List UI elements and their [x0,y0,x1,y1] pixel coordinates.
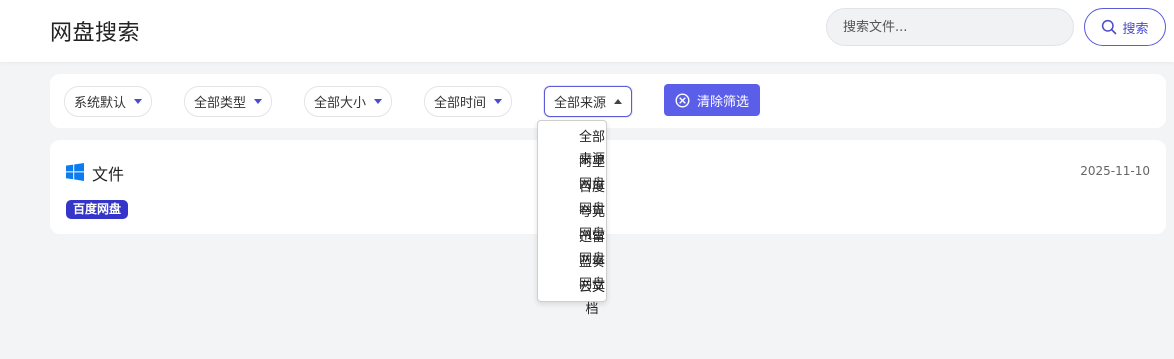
search-icon [1102,19,1117,35]
clear-filters-button[interactable]: 清除筛选 [664,84,760,116]
caret-down-icon [374,99,383,104]
windows-icon [66,163,84,181]
clear-filters-label: 清除筛选 [696,94,749,110]
source-badge: 百度网盘 [66,200,129,219]
sort-filter[interactable]: 系统默认 [64,86,153,117]
source-option-baidu[interactable]: 百度网盘 [578,177,606,217]
caret-down-icon [494,99,503,104]
search-button[interactable]: 搜索 [1084,8,1166,46]
size-filter[interactable]: 全部大小 [304,86,393,117]
source-option-clouddoc[interactable]: 云文档 [578,277,606,317]
source-option-lanzou[interactable]: 蓝奏网盘 [578,252,606,292]
result-card[interactable]: 文件 2025-11-10 百度网盘 [50,140,1166,234]
filter-bar: 系统默认 全部类型 全部大小 全部时间 全部来源 清除筛选 [50,74,1166,128]
source-option-xunlei[interactable]: 迅雷网盘 [578,227,606,267]
caret-up-icon [614,99,623,104]
time-filter[interactable]: 全部时间 [424,86,513,117]
time-filter-label: 全部时间 [434,96,487,111]
file-date: 2025-11-10 [1080,164,1150,178]
search-input[interactable] [826,8,1074,46]
source-option-aliyun[interactable]: 阿里网盘 [578,152,606,192]
source-dropdown-menu: 全部来源 阿里网盘 百度网盘 夸克网盘 迅雷网盘 蓝奏网盘 云文档 [537,120,607,317]
file-name[interactable]: 文件 [92,161,124,185]
size-filter-label: 全部大小 [314,96,367,111]
caret-down-icon [134,99,143,104]
header-bar: 网盘搜索 搜索 [0,0,1174,62]
search-button-label: 搜索 [1122,21,1149,37]
source-filter-label: 全部来源 [554,96,607,111]
source-option-all[interactable]: 全部来源 [578,127,606,167]
clear-circle-icon [675,92,690,108]
sort-filter-label: 系统默认 [74,96,127,111]
source-option-quark[interactable]: 夸克网盘 [578,202,606,242]
source-filter[interactable]: 全部来源 [544,86,633,117]
page-title: 网盘搜索 [50,21,141,46]
type-filter-label: 全部类型 [194,96,247,111]
caret-down-icon [254,99,263,104]
type-filter[interactable]: 全部类型 [184,86,273,117]
